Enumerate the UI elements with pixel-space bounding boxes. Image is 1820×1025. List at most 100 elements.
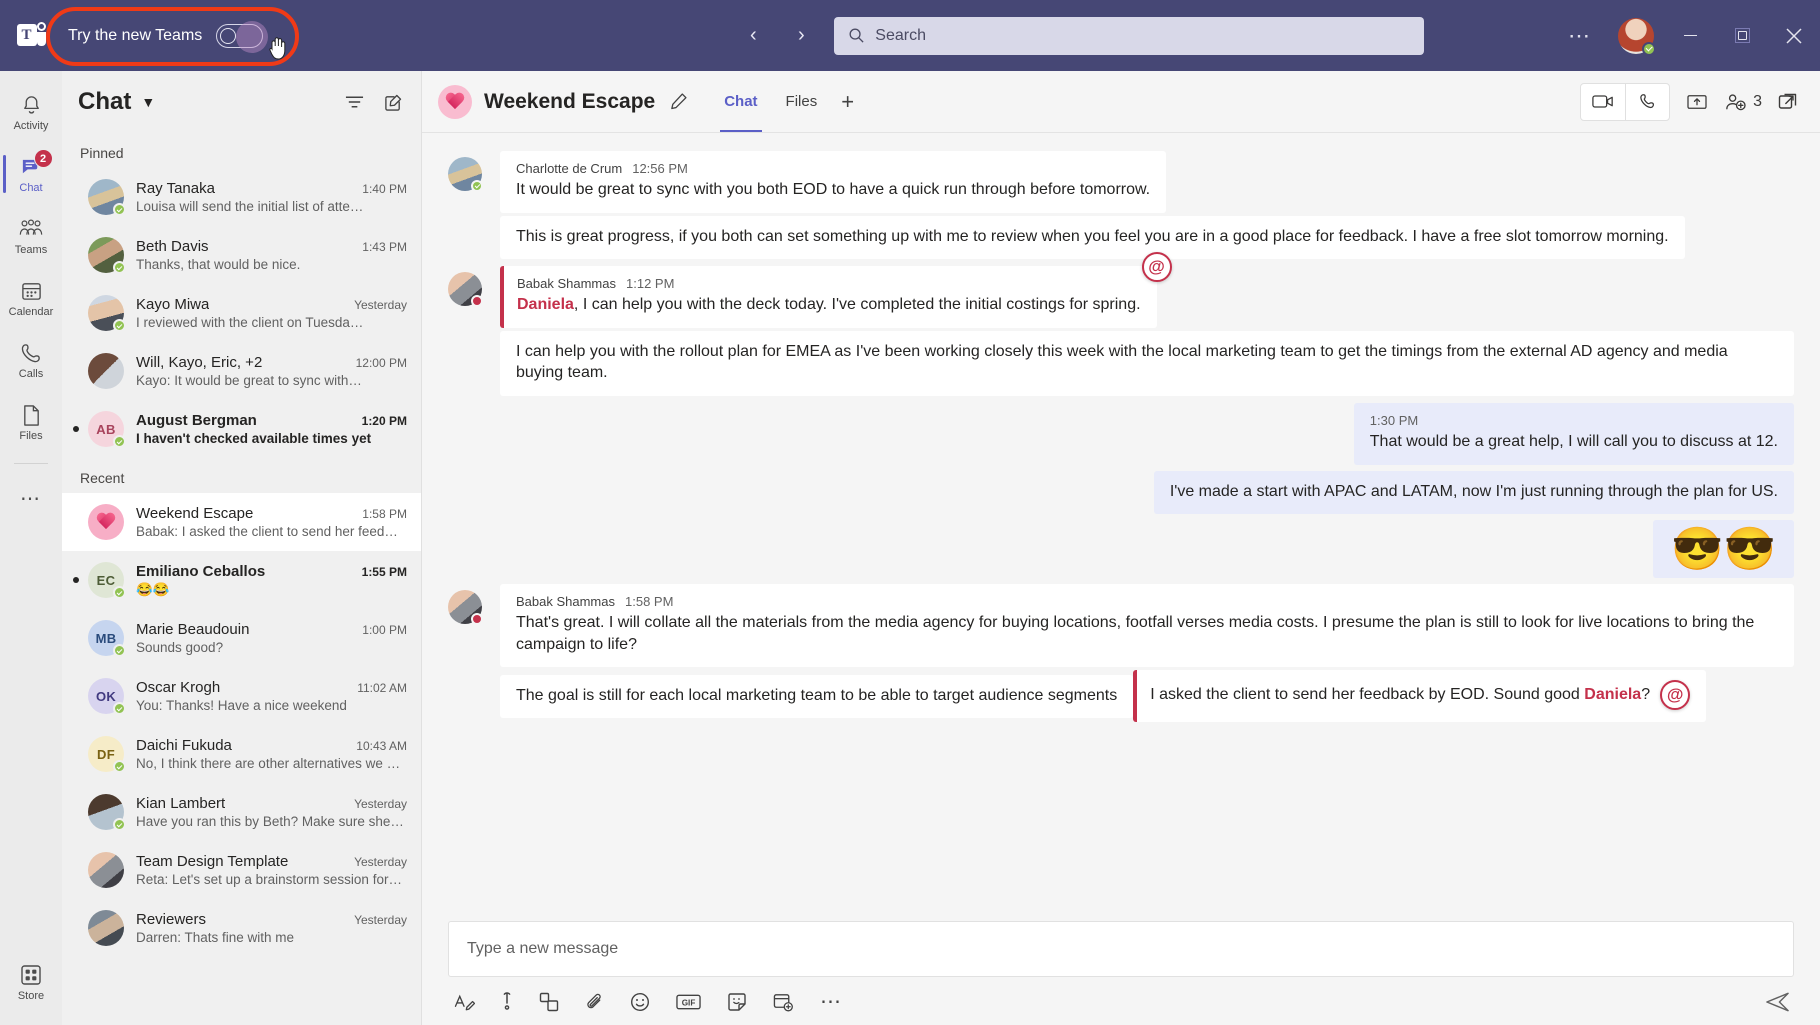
settings-more-icon[interactable]: ⋯ [1552,24,1608,46]
tab-files[interactable]: Files [772,71,832,132]
chat-list-item[interactable]: AB August Bergman 1:20 PM I haven't checked… [62,400,421,458]
share-screen-icon[interactable] [1686,93,1708,111]
teams-window: T Try the new Teams ‹ › Search ⋯ Activit… [0,0,1820,1025]
video-call-icon[interactable] [1581,84,1625,120]
try-new-teams-toggle[interactable]: Try the new Teams [46,6,300,66]
chat-list-panel: Chat ▼ Pinned Ray Tanaka 1:40 PM Louisa wil… [62,71,422,1025]
attach-file-icon[interactable] [585,993,604,1012]
format-text-icon[interactable] [454,993,475,1012]
message-bubble-emoji[interactable]: 😎😎 [1653,520,1794,579]
unread-dot [68,577,84,583]
message-row-own: 😎😎 [448,520,1794,581]
pop-out-icon[interactable] [1778,92,1798,112]
chat-list-item[interactable]: Kayo Miwa Yesterday I reviewed with the cl… [62,284,421,342]
message-input[interactable]: Type a new message [448,921,1794,977]
sidebar-label-calendar: Calendar [8,306,54,318]
chat-list-item[interactable]: DF Daichi Fukuda 10:43 AM No, I think there… [62,725,421,783]
pencil-icon[interactable] [669,92,688,111]
chevron-down-icon[interactable]: ▼ [141,94,155,110]
chat-list-item[interactable]: OK Oscar Krogh 11:02 AM You: Thanks! Have a… [62,667,421,725]
sticker-icon[interactable] [727,992,747,1012]
sidebar-item-store[interactable]: Store [0,951,62,1013]
presence-busy-icon [471,613,483,626]
message-text-pre: I asked the client to send her feedback … [1150,686,1585,704]
maximize-button[interactable] [1716,13,1768,59]
message-bubble[interactable]: I asked the client to send her feedback … [1133,670,1707,723]
chat-list-item-time: Yesterday [354,855,407,869]
message-bubble-own[interactable]: 1:30 PM That would be a great help, I wil… [1353,402,1794,465]
audio-call-icon[interactable] [1625,83,1669,120]
message-bubble[interactable]: Babak Shammas 1:58 PM That's great. I will… [500,584,1794,668]
add-people-button[interactable]: 3 [1724,93,1762,111]
new-chat-icon[interactable] [384,93,403,112]
chat-list-item-preview: I haven't checked available times yet [136,431,372,446]
sidebar-item-teams[interactable]: Teams [0,205,62,267]
user-avatar[interactable] [1618,17,1656,56]
minimize-button[interactable] [1664,13,1716,59]
message-bubble[interactable]: Babak Shammas 1:12 PM Daniela, I can help … [500,252,1172,328]
sidebar-item-calls[interactable]: Calls [0,329,62,391]
attach-loop-icon[interactable] [539,992,559,1012]
presence-available-icon [113,702,126,715]
chat-list-item[interactable]: Weekend Escape 1:58 PM Babak: I asked the … [62,493,421,551]
tab-chat[interactable]: Chat [710,71,771,132]
calendar-icon [20,278,43,304]
chat-list-item[interactable]: Beth Davis 1:43 PM Thanks, that would be n… [62,226,421,284]
chat-list-item[interactable]: EC Emiliano Ceballos 1:55 PM 😂😂 [62,551,421,609]
chat-list-item-text: Will, Kayo, Eric, +2 12:00 PM Kayo: It wou… [136,354,407,388]
message-author: Babak Shammas [516,594,615,610]
sidebar-item-activity[interactable]: Activity [0,81,62,143]
message-avatar-column [448,266,500,399]
chat-list-item-name: Marie Beaudouin [136,621,250,638]
avatar [88,910,124,946]
chat-list-item-text: August Bergman 1:20 PM I haven't checked a… [136,412,407,446]
sidebar-item-files[interactable]: Files [0,391,62,453]
message-text: That's great. I will collate all the mat… [516,614,1755,653]
message-bubble[interactable]: I can help you with the rollout plan for… [500,330,1794,396]
avatar [88,852,124,888]
chat-list-item-time: Yesterday [354,797,407,811]
more-options-icon[interactable]: ⋯ [820,991,842,1012]
call-buttons-group [1580,82,1671,121]
close-button[interactable] [1768,13,1820,59]
new-teams-switch[interactable] [216,20,269,53]
apps-icon[interactable] [773,992,794,1012]
chat-list-item[interactable]: MB Marie Beaudouin 1:00 PM Sounds good? [62,609,421,667]
message-row-own: 1:30 PM That would be a great help, I wil… [448,402,1794,468]
chat-list-scroll[interactable]: Pinned Ray Tanaka 1:40 PM Louisa will send … [62,133,421,1025]
filter-icon[interactable] [345,94,364,110]
message-column: Babak Shammas 1:58 PM That's great. I will… [500,584,1794,725]
important-icon[interactable] [501,992,513,1012]
message-text: The goal is still for each local marketi… [516,686,1118,704]
sidebar-item-calendar[interactable]: Calendar [0,267,62,329]
avatar [88,353,124,389]
sidebar-item-chat[interactable]: 2 Chat [0,143,62,205]
message-bubble[interactable]: This is great progress, if you both can … [500,215,1685,260]
message-bubble[interactable]: Charlotte de Crum 12:56 PM It would be gre… [500,151,1167,213]
emoji-icon[interactable] [630,992,650,1012]
chat-list-item-time: 11:02 AM [357,681,407,695]
chat-list-item[interactable]: Reviewers Yesterday Darren: Thats fine wit… [62,899,421,957]
avatar [88,295,126,332]
chat-list-item[interactable]: Team Design Template Yesterday Reta: Let's… [62,841,421,899]
chat-list-item[interactable]: Ray Tanaka 1:40 PM Louisa will send the in… [62,168,421,226]
message-bubble[interactable]: The goal is still for each local marketi… [500,674,1134,719]
send-icon[interactable] [1765,991,1790,1013]
chat-list-item[interactable]: Kian Lambert Yesterday Have you ran this b… [62,783,421,841]
chat-list-item-preview: Thanks, that would be nice. [136,257,301,272]
message-thread[interactable]: Charlotte de Crum 12:56 PM It would be gre… [422,133,1820,917]
message-text: I've made a start with APAC and LATAM, n… [1169,482,1778,500]
back-button[interactable]: ‹ [736,19,770,53]
message-bubble-own[interactable]: I've made a start with APAC and LATAM, n… [1153,470,1794,515]
sidebar-label-files: Files [19,430,43,442]
chat-list-item[interactable]: Will, Kayo, Eric, +2 12:00 PM Kayo: It wou… [62,342,421,400]
gif-icon[interactable]: GIF [676,993,701,1011]
chat-unread-badge: 2 [33,149,53,168]
chat-list-item-text: Weekend Escape 1:58 PM Babak: I asked the … [136,505,407,539]
heart-icon [88,504,124,540]
message-author: Charlotte de Crum [516,161,623,176]
search-bar[interactable]: Search [834,16,1425,55]
sidebar-item-more[interactable]: ⋯ [0,468,62,530]
forward-button[interactable]: › [784,19,818,53]
add-tab-button[interactable]: + [831,89,864,115]
